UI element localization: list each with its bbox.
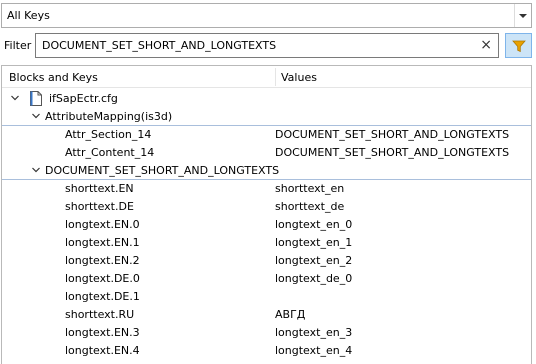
key-cell: longtext.DE.0 (65, 272, 140, 285)
table-row[interactable]: Attr_Content_14 DOCUMENT_SET_SHORT_AND_L… (2, 144, 531, 162)
chevron-down-icon[interactable] (10, 93, 20, 103)
table-row[interactable]: shorttext.DE shorttext_de (2, 198, 531, 216)
table-row[interactable]: longtext.EN.4 longtext_en_4 (2, 342, 531, 360)
key-cell: longtext.EN.4 (65, 344, 140, 357)
block-name: DOCUMENT_SET_SHORT_AND_LONGTEXTS (45, 164, 280, 177)
filter-label: Filter (4, 39, 32, 52)
tree-header: Blocks and Keys Values (2, 66, 531, 88)
value-cell: longtext_en_1 (275, 236, 353, 249)
key-cell: shorttext.DE (65, 200, 134, 213)
key-cell: shorttext.EN (65, 182, 134, 195)
value-cell: DOCUMENT_SET_SHORT_AND_LONGTEXTS (275, 128, 510, 141)
value-cell: longtext_en_4 (275, 344, 353, 357)
clear-filter-icon[interactable]: × (480, 37, 492, 53)
key-cell: Attr_Content_14 (65, 146, 155, 159)
value-cell: longtext_en_2 (275, 254, 353, 267)
tree-node-block[interactable]: DOCUMENT_SET_SHORT_AND_LONGTEXTS (2, 162, 531, 180)
value-cell: longtext_en_3 (275, 326, 353, 339)
chevron-down-icon[interactable] (31, 165, 41, 175)
key-scope-selected: All Keys (7, 9, 50, 22)
column-header-keys[interactable]: Blocks and Keys (9, 71, 98, 84)
key-cell: longtext.EN.0 (65, 218, 140, 231)
apply-filter-button[interactable] (505, 33, 532, 58)
value-cell: longtext_en_0 (275, 218, 353, 231)
table-row[interactable]: longtext.DE.0 longtext_de_0 (2, 270, 531, 288)
value-cell: longtext_de_0 (275, 272, 353, 285)
key-scope-dropdown[interactable]: All Keys (1, 3, 532, 28)
key-cell: longtext.EN.1 (65, 236, 140, 249)
tree-node-block[interactable]: AttributeMapping(is3d) (2, 108, 531, 126)
table-row[interactable]: longtext.EN.1 longtext_en_1 (2, 234, 531, 252)
table-row[interactable]: longtext.DE.1 (2, 288, 531, 306)
dropdown-arrow-icon[interactable] (514, 4, 531, 27)
filter-input[interactable]: DOCUMENT_SET_SHORT_AND_LONGTEXTS × (35, 33, 499, 58)
table-row[interactable]: longtext.EN.0 longtext_en_0 (2, 216, 531, 234)
table-row[interactable]: shorttext.EN shorttext_en (2, 180, 531, 198)
table-row[interactable]: longtext.EN.3 longtext_en_3 (2, 324, 531, 342)
chevron-down-icon[interactable] (31, 111, 41, 121)
table-row[interactable]: shorttext.RU АВГД (2, 306, 531, 324)
value-cell: АВГД (275, 308, 306, 321)
value-cell: shorttext_en (275, 182, 345, 195)
filter-value: DOCUMENT_SET_SHORT_AND_LONGTEXTS (42, 39, 277, 52)
column-separator[interactable] (275, 68, 276, 86)
column-header-values[interactable]: Values (281, 71, 317, 84)
key-cell: longtext.EN.2 (65, 254, 140, 267)
funnel-icon (511, 40, 526, 52)
value-cell: shorttext_de (275, 200, 345, 213)
file-name: ifSapEctr.cfg (49, 92, 118, 105)
blocks-and-keys-tree[interactable]: Blocks and Keys Values ifSapEctr.cfg Att… (1, 65, 532, 364)
key-cell: shorttext.RU (65, 308, 135, 321)
tree-node-file[interactable]: ifSapEctr.cfg (2, 90, 531, 108)
key-cell: longtext.DE.1 (65, 290, 140, 303)
key-cell: longtext.EN.3 (65, 326, 140, 339)
table-row[interactable]: longtext.EN.2 longtext_en_2 (2, 252, 531, 270)
value-cell: DOCUMENT_SET_SHORT_AND_LONGTEXTS (275, 146, 510, 159)
file-icon (30, 91, 42, 106)
key-cell: Attr_Section_14 (65, 128, 152, 141)
block-name: AttributeMapping(is3d) (45, 110, 173, 123)
table-row[interactable]: Attr_Section_14 DOCUMENT_SET_SHORT_AND_L… (2, 126, 531, 144)
